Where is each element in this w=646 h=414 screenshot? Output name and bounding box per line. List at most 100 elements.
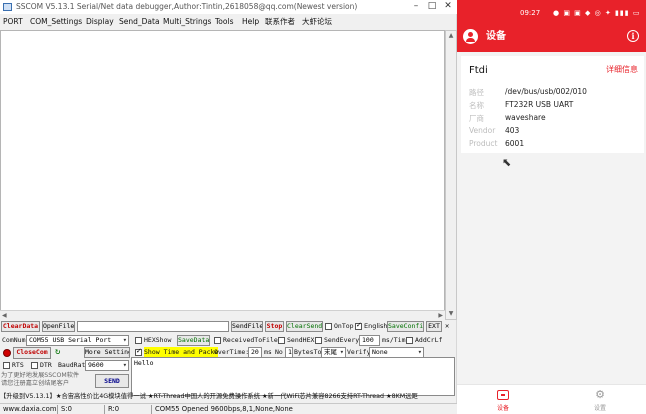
received-count: R:0 (108, 405, 120, 413)
manufacturer-value: waveshare (505, 113, 546, 122)
refresh-icon[interactable]: ↻ (55, 347, 60, 358)
manufacturer-label: 厂商 (469, 114, 484, 123)
maximize-icon[interactable]: □ (425, 0, 439, 14)
device-card[interactable]: Ftdi 详细信息 路径 /dev/bus/usb/002/010 名称 FT2… (461, 56, 644, 153)
user-icon-body (466, 38, 475, 42)
clock: 09:27 (520, 9, 541, 17)
stop-button[interactable]: Stop (265, 321, 284, 332)
user-icon-head (468, 32, 473, 37)
scroll-right-icon[interactable]: ▶ (438, 312, 443, 319)
save-data-button[interactable]: SaveData (177, 335, 210, 346)
ext-button[interactable]: EXT (426, 321, 442, 332)
title-bar: SSCOM V5.13.1 Serial/Net data debugger,A… (0, 0, 457, 14)
show-time-checkbox[interactable] (135, 347, 142, 356)
device-name: Ftdi (469, 65, 488, 76)
menu-port[interactable]: PORT (3, 15, 23, 28)
menu-com-settings[interactable]: COM_Settings (30, 15, 82, 28)
received-to-file-checkbox[interactable] (214, 337, 221, 344)
send-every-input[interactable]: 100 (359, 335, 380, 346)
on-top-checkbox[interactable] (325, 323, 332, 330)
nav-device-label[interactable]: 设备 (491, 403, 515, 412)
scroll-left-icon[interactable]: ◀ (2, 312, 7, 319)
port-status-text: COM55 Opened 9600bps,8,1,None,None (155, 405, 293, 413)
info-icon[interactable]: i (627, 30, 639, 42)
baud-rate-label: BaudRat (58, 361, 86, 369)
system-status-icons: ● ▣ ▣ ◆ ◎ ✦ ▮▮▮ ▭ (553, 9, 641, 17)
name-label: 名称 (469, 101, 484, 110)
promo-notice[interactable]: 为了更好地发展SSCOM软件 请您注册嘉立创结尾客户 (1, 372, 91, 390)
user-icon[interactable] (463, 29, 478, 44)
clear-send-button[interactable]: ClearSend (286, 321, 323, 332)
name-value: FT232R USB UART (505, 100, 574, 109)
menu-tools[interactable]: Tools (215, 15, 233, 28)
file-path-input[interactable] (77, 321, 229, 332)
device-icon[interactable] (497, 390, 509, 400)
send-file-button[interactable]: SendFile (231, 321, 263, 332)
dtr-checkbox[interactable] (31, 362, 38, 369)
send-every-checkbox[interactable] (315, 337, 322, 344)
vendor-label: Vendor (469, 126, 496, 135)
product-label: Product (469, 139, 498, 148)
path-value: /dev/bus/usb/002/010 (505, 87, 587, 96)
phone-status-bar: 09:27 ● ▣ ▣ ◆ ◎ ✦ ▮▮▮ ▭ (457, 6, 646, 20)
nav-settings-label[interactable]: 设置 (588, 403, 612, 412)
status-bar: www.daxia.com S:0 R:0 COM55 Opened 9600b… (0, 403, 457, 414)
receive-horizontal-scrollbar[interactable]: ◀ ▶ (0, 310, 445, 320)
scroll-up-icon[interactable]: ▲ (448, 33, 454, 39)
close-com-button[interactable]: CloseCom (13, 347, 51, 359)
collapse-icon[interactable]: ✕ (445, 321, 449, 332)
dtr-label: DTR (40, 361, 52, 369)
menu-forum[interactable]: 大虾论坛 (302, 15, 332, 28)
send-button[interactable]: SEND (95, 374, 129, 388)
menu-multi-strings[interactable]: Multi_Strings (163, 15, 211, 28)
on-top-label: OnTop (334, 322, 354, 330)
add-crlf-label: AddCrLf (415, 336, 443, 344)
minimize-icon[interactable]: – (409, 0, 423, 14)
details-link[interactable]: 详细信息 (606, 64, 638, 75)
com-num-select[interactable]: COM55 USB Serial Port (26, 335, 129, 346)
status-divider (57, 405, 58, 414)
hex-show-checkbox[interactable] (135, 337, 142, 344)
baud-rate-select[interactable]: 9600 (85, 360, 129, 371)
save-config-button[interactable]: SaveConfig (387, 321, 424, 332)
menu-bar: PORT COM_Settings Display Send_Data Mult… (0, 15, 457, 28)
status-divider (104, 405, 105, 414)
bottom-navigation: 设备 ⚙ 设置 (457, 384, 646, 414)
product-value: 6001 (505, 139, 525, 148)
promo-bar[interactable]: 【升级到V5.13.1】★合宙高性价比4G模块值得一试 ★RT-Thread中国… (0, 391, 457, 402)
port-status-indicator (3, 349, 11, 357)
scroll-down-icon[interactable]: ▼ (448, 311, 454, 317)
vendor-value: 403 (505, 126, 520, 135)
clear-data-button[interactable]: ClearData (1, 321, 40, 332)
menu-help[interactable]: Help (242, 15, 259, 28)
close-icon[interactable]: ✕ (441, 0, 455, 14)
rts-label: RTS (12, 361, 24, 369)
hex-show-label: HEXShow (144, 336, 172, 344)
receive-vertical-scrollbar[interactable]: ▲ ▼ (445, 30, 457, 320)
menu-contact-author[interactable]: 联系作者 (265, 15, 295, 28)
app-header: 09:27 ● ▣ ▣ ◆ ◎ ✦ ▮▮▮ ▭ 设备 i (457, 0, 646, 52)
menu-send-data[interactable]: Send_Data (119, 15, 160, 28)
rts-checkbox[interactable] (3, 362, 10, 369)
ms-tim-label: ms/Tim (382, 336, 406, 344)
english-label: English (364, 322, 388, 330)
sscom-window: SSCOM V5.13.1 Serial/Net data debugger,A… (0, 0, 457, 414)
sent-count: S:0 (61, 405, 72, 413)
english-checkbox[interactable] (355, 321, 362, 330)
window-title: SSCOM V5.13.1 Serial/Net data debugger,A… (16, 2, 358, 11)
send-hex-checkbox[interactable] (278, 337, 285, 344)
more-settings-button[interactable]: More Settings (84, 347, 130, 358)
mouse-cursor-icon: ⬉ (502, 156, 512, 169)
website-link[interactable]: www.daxia.com (3, 404, 56, 414)
settings-icon[interactable]: ⚙ (594, 389, 606, 401)
send-hex-label: SendHEX (287, 336, 315, 344)
add-crlf-checkbox[interactable] (406, 337, 413, 344)
menu-display[interactable]: Display (86, 15, 114, 28)
received-to-file-label: ReceivedToFile (223, 336, 278, 344)
com-num-label: ComNum (2, 336, 26, 344)
receive-textarea[interactable] (0, 30, 445, 320)
path-label: 路径 (469, 88, 484, 97)
open-file-button[interactable]: OpenFile (42, 321, 75, 332)
phone-screen: 09:27 ● ▣ ▣ ◆ ◎ ✦ ▮▮▮ ▭ 设备 i Ftdi 详细信息 路… (457, 0, 646, 414)
app-icon (3, 3, 12, 11)
